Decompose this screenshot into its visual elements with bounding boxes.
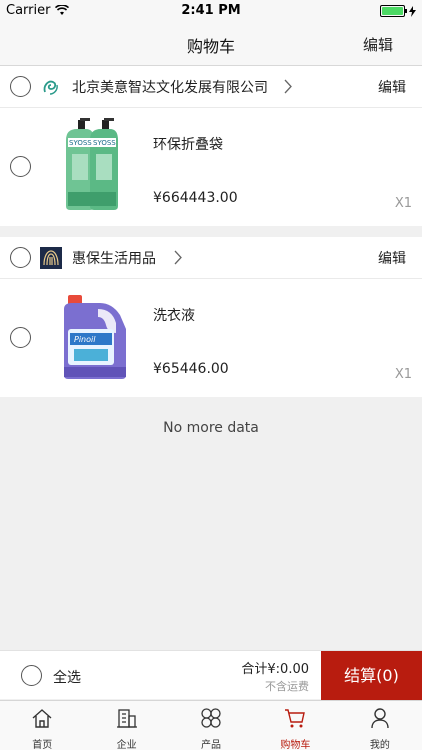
freight-note: 不含运费 [265, 680, 309, 693]
user-icon [371, 708, 389, 729]
no-more-data-label: No more data [163, 420, 259, 436]
cart-icon [285, 709, 306, 728]
tab-label: 购物车 [280, 740, 311, 750]
shop-name[interactable]: 北京美意智达文化发展有限公司 [72, 77, 268, 97]
shampoo-bottles-image[interactable]: SYOSS SYOSS [50, 118, 134, 212]
svg-text:SYOSS: SYOSS [93, 139, 116, 147]
cart-item: SYOSS SYOSS 环保折叠袋 ¥664443.00 X1 [0, 108, 422, 226]
tab-products[interactable]: 产品 [169, 701, 253, 750]
svg-text:SYOSS: SYOSS [69, 139, 92, 147]
item-select-radio[interactable] [10, 327, 31, 348]
striped-logo-icon [40, 247, 62, 269]
checkout-bar: 全选 合计¥:0.00 不含运费 结算(0) [0, 650, 422, 700]
grid-petals-icon [201, 708, 221, 728]
product-quantity: X1 [394, 196, 412, 211]
tab-bar: 首页 企业 产品 购物车 我的 [0, 700, 422, 750]
tab-home[interactable]: 首页 [0, 701, 84, 750]
tab-label: 企业 [116, 740, 137, 750]
shop-card: 惠保生活用品 编辑 Pinoil 洗衣液 ¥65446.00 X1 [0, 237, 422, 397]
total-amount: 合计¥:0.00 [241, 662, 309, 677]
shop-select-radio[interactable] [10, 247, 31, 268]
shop-name[interactable]: 惠保生活用品 [72, 248, 156, 268]
product-price: ¥664443.00 [153, 190, 238, 206]
chevron-right-icon[interactable] [174, 249, 183, 266]
select-all-label[interactable]: 全选 [53, 667, 81, 687]
building-icon [116, 709, 137, 728]
shop-edit-button[interactable]: 编辑 [378, 248, 406, 268]
tab-mine[interactable]: 我的 [338, 701, 422, 750]
product-price: ¥65446.00 [153, 361, 229, 377]
product-name[interactable]: 洗衣液 [153, 305, 195, 325]
charging-icon [409, 5, 416, 17]
page-title: 购物车 [186, 37, 235, 56]
home-icon [32, 709, 52, 728]
tab-enterprise[interactable]: 企业 [84, 701, 168, 750]
chevron-right-icon[interactable] [284, 78, 293, 95]
svg-text:Pinoil: Pinoil [74, 335, 96, 344]
battery-icon [380, 5, 407, 17]
tab-label: 产品 [201, 740, 222, 750]
item-select-radio[interactable] [10, 156, 31, 177]
checkout-button[interactable]: 结算(0) [321, 651, 422, 700]
tab-label: 我的 [369, 740, 390, 750]
shop-header: 惠保生活用品 编辑 [0, 237, 422, 279]
tab-label: 首页 [32, 740, 53, 750]
battery-area [380, 5, 416, 17]
detergent-jug-image[interactable]: Pinoil [50, 289, 134, 383]
shop-select-radio[interactable] [10, 76, 31, 97]
product-quantity: X1 [394, 367, 412, 382]
product-name[interactable]: 环保折叠袋 [153, 134, 223, 154]
status-bar: Carrier 2:41 PM [0, 0, 422, 22]
edit-cart-button[interactable]: 编辑 [363, 34, 393, 55]
select-all-radio[interactable] [21, 665, 42, 686]
clock: 2:41 PM [181, 3, 241, 18]
shop-edit-button[interactable]: 编辑 [378, 77, 406, 97]
cart-item: Pinoil 洗衣液 ¥65446.00 X1 [0, 279, 422, 397]
nav-bar: 购物车 编辑 [0, 22, 422, 66]
tab-cart[interactable]: 购物车 [253, 701, 337, 750]
shop-header: 北京美意智达文化发展有限公司 编辑 [0, 66, 422, 108]
swirl-logo-icon [43, 80, 58, 95]
shop-card: 北京美意智达文化发展有限公司 编辑 SYOSS SYOSS 环保折叠袋 ¥664… [0, 66, 422, 226]
